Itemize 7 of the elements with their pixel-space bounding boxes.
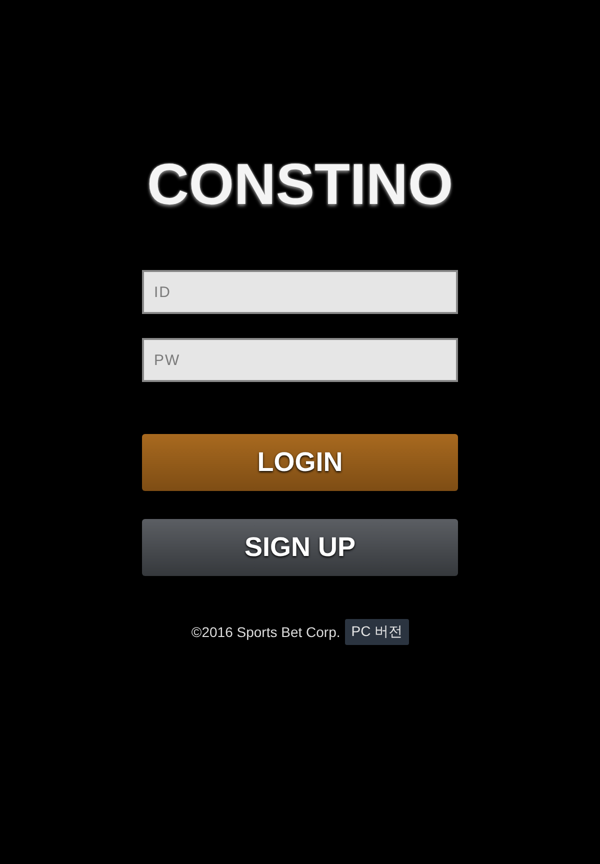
logo: CONSTINO: [146, 152, 454, 218]
login-button[interactable]: LOGIN: [142, 434, 458, 491]
password-field[interactable]: PW: [142, 338, 458, 382]
signup-button[interactable]: SIGN UP: [142, 519, 458, 576]
copyright-text: ©2016 Sports Bet Corp.: [191, 624, 340, 640]
pc-version-link[interactable]: PC 버전: [345, 619, 409, 645]
id-field[interactable]: ID: [142, 270, 458, 314]
